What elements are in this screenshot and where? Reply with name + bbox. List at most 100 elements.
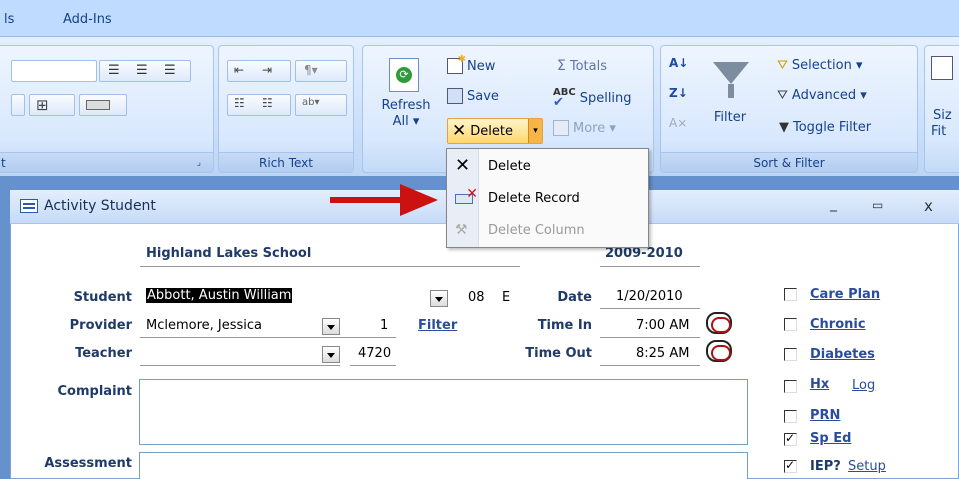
totals-button[interactable]: Σ Totals — [557, 58, 607, 74]
date-field[interactable]: 1/20/2010 — [616, 289, 683, 304]
sort-descending-icon[interactable]: Z↓ — [669, 86, 688, 100]
delete-column-icon: ⚒ — [455, 222, 468, 238]
iep-label: IEP? — [810, 459, 841, 474]
hx-link[interactable]: Hx — [810, 377, 829, 392]
delete-dropdown-menu: ✕ Delete ✕ Delete Record ⚒ Delete Column — [446, 148, 649, 248]
complaint-label: Complaint — [57, 384, 132, 399]
teacher-dropdown[interactable] — [322, 346, 340, 363]
assessment-label: Assessment — [44, 456, 132, 471]
provider-field[interactable]: Mclemore, Jessica — [146, 318, 262, 333]
maximize-icon[interactable]: ▭ — [872, 198, 883, 212]
chronic-checkbox[interactable] — [784, 318, 797, 331]
diabetes-checkbox[interactable] — [784, 348, 797, 361]
filter-button[interactable]: Filter — [705, 58, 755, 144]
bullet-list-icon: ☷ — [262, 96, 273, 110]
refresh-all-button[interactable]: ⟳ Refresh All ▾ — [377, 58, 435, 144]
date-label: Date — [557, 290, 592, 305]
grid-icon: ⊞ — [36, 96, 49, 114]
time-out-label: Time Out — [525, 346, 592, 361]
school-underline — [140, 266, 520, 267]
iep-checkbox[interactable] — [784, 458, 797, 473]
complaint-textbox[interactable] — [139, 379, 748, 445]
time-in-label: Time In — [537, 318, 592, 333]
spelling-button[interactable]: ABC ✔ Spelling — [553, 87, 632, 110]
indent-buttons[interactable]: ⇤ ⇥ — [227, 60, 291, 82]
fill-dropdown[interactable] — [11, 94, 25, 116]
rich-text-group-label: Rich Text — [219, 152, 353, 172]
hx-checkbox[interactable] — [784, 380, 797, 393]
sp-ed-checkbox[interactable] — [784, 431, 797, 446]
funnel-icon — [713, 62, 749, 84]
student-field[interactable]: Abbott, Austin William — [146, 288, 293, 303]
sort-filter-group-label: Sort & Filter — [661, 152, 917, 172]
align-buttons[interactable]: ☰ ☰ ☰ — [99, 60, 191, 82]
red-arrow-icon — [330, 184, 438, 216]
menu-item-delete-column[interactable]: ⚒ Delete Column — [447, 216, 648, 246]
filter-label: Filter — [713, 110, 747, 125]
highlight-button[interactable]: ab▾ — [295, 94, 347, 116]
provider-dropdown[interactable] — [322, 318, 340, 335]
save-button[interactable]: Save — [447, 88, 499, 104]
teacher-number: 4720 — [358, 346, 392, 361]
refresh-icon: ⟳ — [389, 58, 419, 92]
diabetes-link[interactable]: Diabetes — [810, 347, 875, 362]
care-plan-checkbox[interactable] — [784, 288, 797, 301]
save-icon — [447, 88, 463, 104]
font-group-label: t ⌟ — [0, 152, 213, 172]
delete-x-icon: ✕ — [455, 155, 471, 176]
outdent-icon: ⇥ — [262, 63, 273, 77]
form-title: Activity Student — [44, 198, 156, 214]
list-buttons[interactable]: ☷ ☷ — [227, 94, 291, 116]
time-out-field[interactable]: 8:25 AM — [636, 346, 689, 361]
delete-record-icon: ✕ — [455, 186, 478, 204]
menu-item-delete[interactable]: ✕ Delete — [447, 152, 648, 182]
close-icon[interactable]: x — [924, 197, 933, 215]
time-in-field[interactable]: 7:00 AM — [636, 318, 689, 333]
filter-link[interactable]: Filter — [418, 318, 457, 333]
grade-field[interactable]: 08 — [468, 290, 485, 305]
student-dropdown[interactable] — [430, 290, 448, 307]
prn-checkbox[interactable] — [784, 410, 797, 423]
clear-sort-icon[interactable]: A⨯ — [669, 116, 687, 130]
paragraph-button[interactable]: ¶▾ — [295, 60, 347, 82]
delete-x-icon: ✕ — [452, 121, 467, 141]
sort-ascending-icon[interactable]: A↓ — [669, 56, 688, 70]
toggle-filter-icon: ▼ — [779, 120, 789, 135]
time-out-clock-icon[interactable] — [706, 340, 732, 362]
refresh-label: Refresh — [381, 98, 431, 113]
care-plan-link[interactable]: Care Plan — [810, 287, 880, 302]
paragraph-icon: ¶▾ — [304, 63, 318, 77]
delete-button[interactable]: ✕ Delete ▾ — [447, 118, 543, 144]
time-in-clock-icon[interactable] — [706, 312, 732, 334]
assessment-textbox[interactable] — [139, 452, 748, 479]
teacher-label: Teacher — [75, 346, 132, 361]
chronic-link[interactable]: Chronic — [810, 317, 866, 332]
rich-text-group: ⇤ ⇥ ¶▾ ☷ ☷ ab▾ Rich Text — [218, 45, 354, 173]
font-size-combo[interactable] — [11, 60, 97, 82]
advanced-button[interactable]: ⛛ Advanced ▾ — [777, 88, 867, 103]
menu-item-delete-record[interactable]: ✕ Delete Record — [447, 184, 648, 214]
window-group: Siz Fit — [924, 45, 959, 173]
form-icon — [20, 199, 38, 213]
spelling-check-icon: ABC ✔ — [553, 87, 576, 110]
more-button[interactable]: More ▾ — [553, 120, 616, 136]
setup-link[interactable]: Setup — [848, 459, 886, 474]
size-fit-label-2: Fit — [931, 124, 947, 139]
highlight-icon: ab▾ — [302, 97, 320, 108]
new-button[interactable]: ✱ New — [447, 54, 495, 74]
tab-tools[interactable]: ls — [4, 12, 14, 27]
log-link[interactable]: Log — [852, 378, 875, 393]
size-to-fit-icon[interactable] — [931, 56, 953, 80]
delete-dropdown-arrow[interactable]: ▾ — [528, 119, 542, 143]
align-center-icon: ☰ — [136, 63, 148, 78]
selection-button[interactable]: ⛛ Selection ▾ — [777, 58, 863, 73]
gridlines-button[interactable]: ⊞ — [29, 94, 75, 116]
minimize-icon[interactable]: _ — [830, 196, 837, 212]
numbered-list-icon: ☷ — [234, 96, 245, 110]
tab-add-ins[interactable]: Add-Ins — [63, 12, 112, 27]
alt-fill-button[interactable] — [79, 94, 127, 116]
toggle-filter-button[interactable]: ▼ Toggle Filter — [779, 120, 871, 135]
school-year: 2009-2010 — [605, 246, 683, 261]
sp-ed-link[interactable]: Sp Ed — [810, 431, 851, 446]
prn-link[interactable]: PRN — [810, 408, 840, 423]
